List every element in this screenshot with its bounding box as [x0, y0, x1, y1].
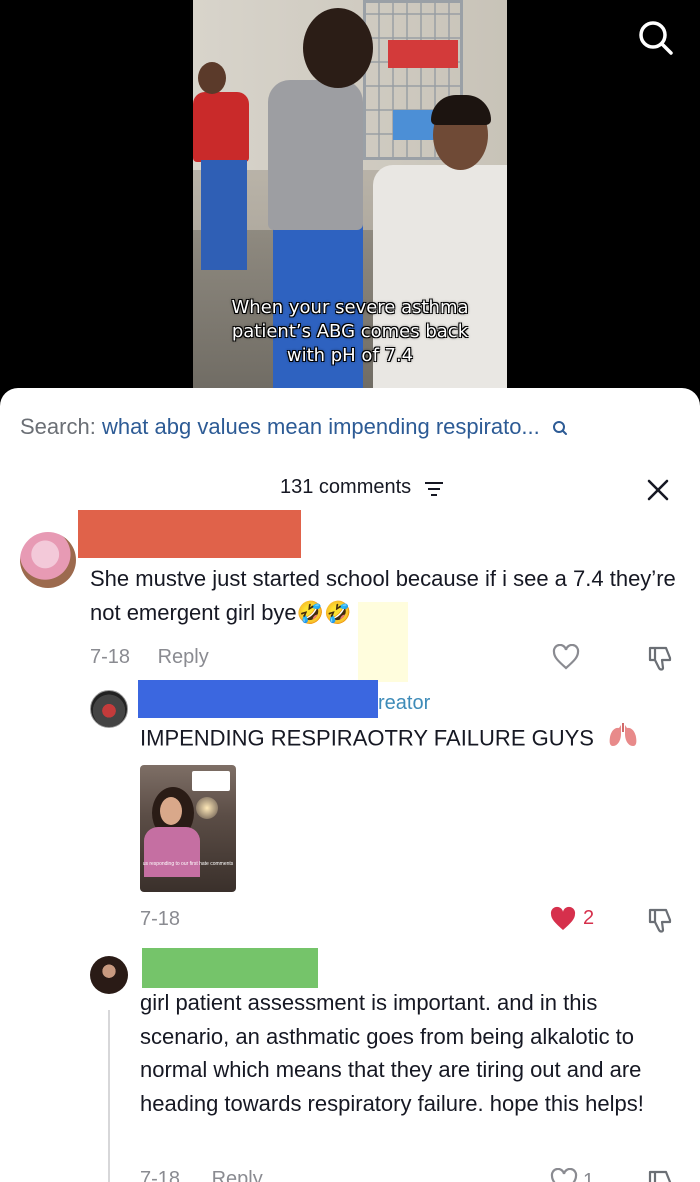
- filter-icon[interactable]: [424, 480, 444, 503]
- search-prefix: Search:: [20, 414, 96, 439]
- reply-date: 7-18: [140, 1168, 181, 1182]
- search-query[interactable]: what abg values mean impending respirato…: [102, 414, 540, 439]
- heart-outline-icon[interactable]: [550, 1167, 578, 1182]
- search-icon[interactable]: [636, 18, 676, 58]
- reply-date: 7-18: [140, 908, 181, 930]
- comment-text: She mustve just started school because i…: [90, 562, 680, 630]
- video-frame[interactable]: When your severe asthma patient’s ABG co…: [193, 0, 507, 392]
- video-caption: When your severe asthma patient’s ABG co…: [193, 296, 507, 368]
- comments-header: 131 comments: [0, 476, 700, 506]
- caption-line-2: patient’s ABG comes back: [231, 321, 469, 342]
- heart-outline-icon[interactable]: [552, 643, 580, 675]
- video-area[interactable]: When your severe asthma patient’s ABG co…: [0, 0, 700, 400]
- video-person-center-hair: [303, 8, 373, 88]
- redacted-username: [78, 510, 301, 558]
- comments-sheet: Search: what abg values mean impending r…: [0, 388, 700, 1182]
- reply-text: girl patient assessment is important. an…: [140, 990, 644, 1116]
- video-red-box: [388, 40, 458, 68]
- caption-line-1: When your severe asthma: [231, 297, 469, 318]
- laughing-emoji: 🤣🤣: [296, 600, 352, 625]
- comment-meta: 7-18 Reply: [90, 646, 209, 669]
- video-person-left-head: [198, 62, 226, 94]
- heart-filled-icon[interactable]: [549, 906, 577, 937]
- avatar[interactable]: [90, 956, 128, 994]
- like-count: 1: [583, 1170, 595, 1182]
- thumbnail-person-face: [160, 797, 182, 825]
- thumbnail-person-body: [144, 827, 200, 877]
- video-person-center: [268, 80, 363, 230]
- redacted-username: [138, 680, 378, 718]
- reply-text-body: IMPENDING RESPIRAOTRY FAILURE GUYS: [140, 725, 594, 751]
- thumbnail-comment-sticker: [192, 771, 230, 791]
- video-person-left-legs: [201, 160, 247, 270]
- close-icon[interactable]: [644, 476, 672, 509]
- like-count: 2: [583, 907, 595, 929]
- dislike-icon[interactable]: [646, 1168, 674, 1182]
- reply-meta: 7-18 Reply: [140, 1168, 263, 1182]
- redacted-username: [142, 948, 318, 988]
- reply-button[interactable]: Reply: [212, 1168, 263, 1182]
- thumbnail-lamp: [196, 797, 218, 819]
- thumbnail-caption: us responding to our first hate comments: [142, 861, 234, 867]
- thread-line: [108, 1010, 110, 1182]
- avatar[interactable]: [90, 690, 128, 728]
- caption-line-3: with pH of 7.4: [286, 345, 414, 366]
- comment-text-body: She mustve just started school because i…: [90, 566, 676, 625]
- creator-tag: reator: [378, 692, 431, 714]
- dislike-icon[interactable]: [646, 906, 674, 939]
- video-person-left: [193, 92, 249, 162]
- reply-text: IMPENDING RESPIRAOTRY FAILURE GUYS: [140, 722, 638, 757]
- dislike-icon[interactable]: [646, 644, 674, 677]
- reply-button[interactable]: Reply: [158, 646, 209, 668]
- search-suggestion[interactable]: Search: what abg values mean impending r…: [20, 414, 568, 442]
- comment-count: 131 comments: [280, 476, 412, 498]
- avatar[interactable]: [20, 532, 76, 588]
- comment-date: 7-18: [90, 646, 131, 668]
- lungs-icon: [608, 722, 638, 757]
- search-icon[interactable]: [552, 416, 568, 442]
- video-reply-thumbnail[interactable]: us responding to our first hate comments: [140, 765, 236, 892]
